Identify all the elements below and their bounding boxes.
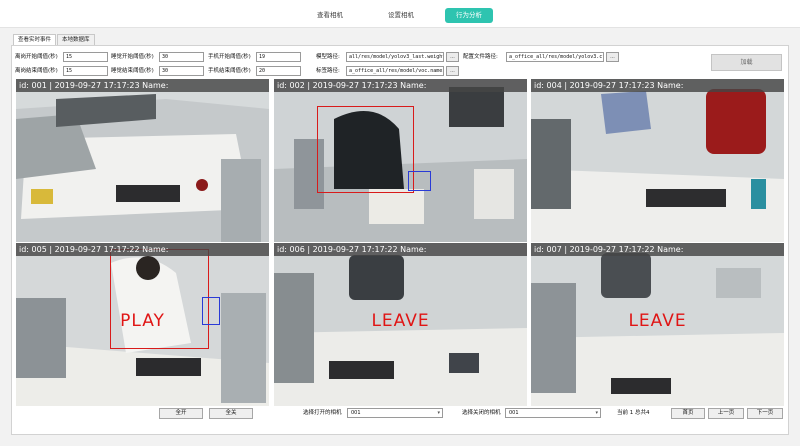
camera-header: id: 007 | 2019-09-27 17:17:22 Name: [531, 243, 784, 256]
camera-header: id: 005 | 2019-09-27 17:17:22 Name: [16, 243, 269, 256]
select-open-camera-label: 选择打开的相机 [303, 410, 342, 416]
analysis-panel: 离岗开始阈值(秒) 15 睡觉开始阈值(秒) 30 手机开始阈值(秒) 19 模… [11, 45, 789, 435]
label-path-input[interactable]: a_office_all/res/model/voc.names [346, 66, 444, 76]
prev-page-button[interactable]: 上一页 [708, 408, 744, 419]
open-all-button[interactable]: 全开 [159, 408, 203, 419]
chevron-down-icon: ▾ [595, 410, 598, 416]
load-model-button[interactable]: 加载 [711, 54, 782, 71]
first-page-button[interactable]: 首页 [671, 408, 705, 419]
config-path-label: 配置文件路径: [463, 54, 498, 60]
event-label: LEAVE [371, 311, 430, 331]
camera-image [531, 79, 784, 242]
camera-feed-007[interactable]: LEAVE id: 007 | 2019-09-27 17:17:22 Name… [531, 243, 784, 406]
seat-end-label: 离岗结束阈值(秒) [15, 68, 58, 74]
camera-feed-006[interactable]: LEAVE id: 006 | 2019-09-27 17:17:22 Name… [274, 243, 527, 406]
config-path-input[interactable]: a_office_all/res/model/yolov3.cfg [506, 52, 604, 62]
phone-end-label: 手机结束阈值(秒) [208, 68, 251, 74]
config-path-browse-button[interactable]: ... [606, 52, 619, 62]
top-nav: 查看相机 设置相机 行为分析 [0, 0, 800, 28]
sleep-end-input[interactable]: 30 [159, 66, 204, 76]
camera-header: id: 006 | 2019-09-27 17:17:22 Name: [274, 243, 527, 256]
model-path-browse-button[interactable]: ... [446, 52, 459, 62]
close-all-button[interactable]: 全关 [209, 408, 253, 419]
seat-start-input[interactable]: 15 [63, 52, 108, 62]
select-close-camera-value: 001 [509, 410, 519, 416]
nav-view-camera[interactable]: 查看相机 [297, 8, 363, 23]
camera-header: id: 001 | 2019-09-27 17:17:23 Name: [16, 79, 269, 92]
next-page-button[interactable]: 下一页 [747, 408, 783, 419]
person-detection-box [317, 106, 414, 193]
tab-local-database[interactable]: 本地数据库 [57, 34, 95, 45]
camera-feed-002[interactable]: id: 002 | 2019-09-27 17:17:23 Name: [274, 79, 527, 242]
seat-end-input[interactable]: 15 [63, 66, 108, 76]
select-open-camera-value: 001 [351, 410, 361, 416]
model-path-label: 模型路径: [316, 54, 340, 60]
phone-end-input[interactable]: 20 [256, 66, 301, 76]
camera-header: id: 002 | 2019-09-27 17:17:23 Name: [274, 79, 527, 92]
camera-image [16, 79, 269, 242]
select-open-camera-dropdown[interactable]: 001 ▾ [347, 408, 443, 418]
bottom-controls: 全开 全关 选择打开的相机 001 ▾ 选择关闭的相机 001 ▾ 当前 1 总… [11, 408, 789, 428]
chevron-down-icon: ▾ [437, 410, 440, 416]
nav-behavior-analysis[interactable]: 行为分析 [445, 8, 493, 23]
phone-start-label: 手机开始阈值(秒) [208, 54, 251, 60]
seat-start-label: 离岗开始阈值(秒) [15, 54, 58, 60]
nav-settings-camera[interactable]: 设置相机 [368, 8, 434, 23]
model-path-input[interactable]: all/res/model/yolov3_last.weights [346, 52, 444, 62]
camera-feed-004[interactable]: id: 004 | 2019-09-27 17:17:23 Name: [531, 79, 784, 242]
camera-header: id: 004 | 2019-09-27 17:17:23 Name: [531, 79, 784, 92]
camera-feed-001[interactable]: id: 001 | 2019-09-27 17:17:23 Name: [16, 79, 269, 242]
event-label: PLAY [120, 311, 165, 331]
page-info: 当前 1 总共4 [617, 410, 650, 416]
label-path-label: 标签路径: [316, 68, 340, 74]
phone-detection-box [408, 171, 431, 191]
camera-feed-005[interactable]: PLAY id: 005 | 2019-09-27 17:17:22 Name: [16, 243, 269, 406]
select-close-camera-dropdown[interactable]: 001 ▾ [505, 408, 601, 418]
label-path-browse-button[interactable]: ... [446, 66, 459, 76]
sleep-start-label: 睡觉开始阈值(秒) [111, 54, 154, 60]
event-label: LEAVE [628, 311, 687, 331]
select-close-camera-label: 选择关闭的相机 [462, 410, 501, 416]
person-detection-box [110, 249, 209, 349]
sleep-start-input[interactable]: 30 [159, 52, 204, 62]
sleep-end-label: 睡觉结束阈值(秒) [111, 68, 154, 74]
phone-start-input[interactable]: 19 [256, 52, 301, 62]
